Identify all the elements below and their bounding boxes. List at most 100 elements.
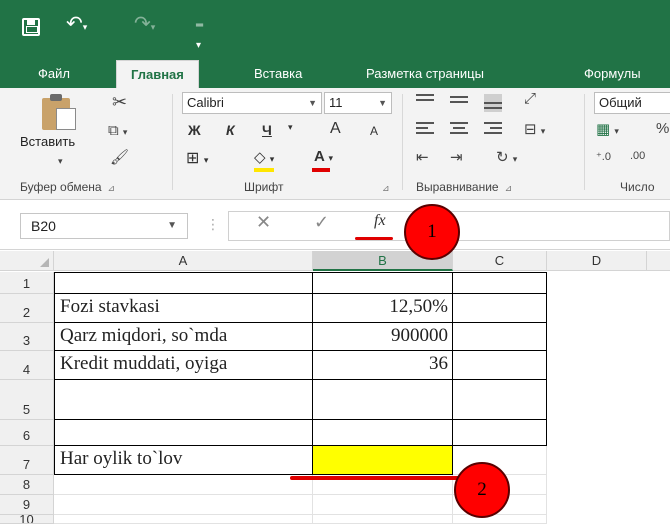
name-box[interactable]: B20 ▼	[20, 213, 188, 239]
cell-a2[interactable]: Fozi stavkasi	[54, 294, 313, 323]
row-header[interactable]: 7	[0, 446, 54, 475]
wrap-text-icon[interactable]: ↻ ▾	[496, 148, 517, 166]
cell-c4[interactable]	[453, 351, 547, 380]
customize-icon[interactable]: ═ ▾	[196, 16, 203, 56]
cell-c10[interactable]	[453, 515, 547, 524]
cell-b1[interactable]	[313, 272, 453, 294]
cell-a5[interactable]	[54, 380, 313, 420]
cell-b7[interactable]	[313, 446, 453, 475]
row-header[interactable]: 4	[0, 351, 54, 380]
paste-button[interactable]: Вставить	[20, 134, 75, 149]
formula-bar: B20 ▼ ⋮ ✕ ✓ fx	[0, 200, 670, 250]
row-header[interactable]: 6	[0, 420, 54, 446]
chevron-down-icon: ▼	[167, 220, 177, 231]
font-size-value: 11	[329, 95, 343, 110]
column-header-d[interactable]: D	[547, 251, 647, 271]
paste-icon[interactable]	[42, 94, 76, 130]
annotation-circle-1: 1	[404, 204, 460, 260]
paste-dropdown-icon[interactable]: ▾	[58, 156, 63, 167]
grow-font-button[interactable]: A	[330, 120, 341, 138]
row-header[interactable]: 3	[0, 323, 54, 351]
clipboard-dialog-icon[interactable]: ⊿	[108, 183, 116, 193]
cell-b2[interactable]: 12,50%	[313, 294, 453, 323]
increase-decimal-icon[interactable]: ⁺.0	[596, 150, 611, 163]
cell-a4[interactable]: Kredit muddati, oyiga	[54, 351, 313, 380]
cut-icon[interactable]: ✂	[112, 92, 127, 113]
cell-a3[interactable]: Qarz miqdori, so`mda	[54, 323, 313, 351]
borders-icon[interactable]: ⊞ ▾	[186, 148, 208, 168]
tab-home[interactable]: Главная	[116, 60, 199, 88]
save-icon[interactable]	[22, 18, 40, 36]
tab-formulas[interactable]: Формулы	[570, 60, 655, 88]
cell-c5[interactable]	[453, 380, 547, 420]
align-right-icon[interactable]	[484, 122, 502, 136]
align-bottom-icon[interactable]	[484, 94, 502, 112]
cell-b6[interactable]	[313, 420, 453, 446]
cell-b9[interactable]	[313, 495, 453, 515]
cell-c3[interactable]	[453, 323, 547, 351]
alignment-group-label: Выравнивание	[416, 180, 499, 194]
annotation-circle-2: 2	[454, 462, 510, 518]
cell-b10[interactable]	[313, 515, 453, 524]
fill-color-icon[interactable]: ◇ ▾	[254, 148, 274, 166]
alignment-dialog-icon[interactable]: ⊿	[505, 183, 513, 193]
clipboard-group-label: Буфер обмена	[20, 180, 102, 194]
bold-button[interactable]: Ж	[188, 122, 201, 138]
cell-c6[interactable]	[453, 420, 547, 446]
annotation-underline	[290, 476, 460, 480]
orientation-icon[interactable]: ⤢	[524, 90, 536, 107]
percent-button[interactable]: %	[656, 120, 669, 137]
row-header[interactable]: 8	[0, 475, 54, 495]
row-header[interactable]: 9	[0, 495, 54, 515]
row-header[interactable]: 10	[0, 515, 54, 524]
cell-a6[interactable]	[54, 420, 313, 446]
number-format-select[interactable]: Общий	[594, 92, 670, 114]
underline-dropdown-icon[interactable]: ▾	[288, 122, 293, 133]
row-header[interactable]: 2	[0, 294, 54, 323]
cell-a8[interactable]	[54, 475, 313, 495]
cell-a1[interactable]	[54, 272, 313, 294]
decrease-decimal-icon[interactable]: .00	[630, 150, 645, 162]
copy-icon[interactable]: ⧉ ▾	[108, 122, 127, 139]
undo-icon[interactable]: ↶▾	[66, 14, 87, 37]
shrink-font-button[interactable]: A	[370, 124, 378, 138]
font-name-select[interactable]: Calibri ▼	[182, 92, 322, 114]
decrease-indent-icon[interactable]: ⇤	[416, 148, 429, 166]
tab-page-layout[interactable]: Разметка страницы	[352, 60, 498, 88]
cell-c2[interactable]	[453, 294, 547, 323]
align-left-icon[interactable]	[416, 122, 434, 136]
row-header[interactable]: 5	[0, 380, 54, 420]
font-dialog-icon[interactable]: ⊿	[382, 180, 390, 194]
align-middle-icon[interactable]	[450, 96, 468, 110]
row-header[interactable]: 1	[0, 272, 54, 294]
tab-file[interactable]: Файл	[24, 60, 84, 88]
tab-insert[interactable]: Вставка	[240, 60, 316, 88]
currency-icon[interactable]: ▦ ▾	[596, 120, 619, 138]
column-header-c[interactable]: C	[453, 251, 547, 271]
cell-c1[interactable]	[453, 272, 547, 294]
cell-a9[interactable]	[54, 495, 313, 515]
formula-bar-grip-icon[interactable]: ⋮	[206, 216, 220, 233]
insert-function-button[interactable]: fx	[374, 212, 386, 230]
font-size-select[interactable]: 11 ▼	[324, 92, 392, 114]
cell-a10[interactable]	[54, 515, 313, 524]
increase-indent-icon[interactable]: ⇥	[450, 148, 463, 166]
merge-center-icon[interactable]: ⊟ ▾	[524, 120, 545, 138]
select-all-button[interactable]	[0, 251, 54, 271]
cancel-icon[interactable]: ✕	[256, 212, 271, 233]
underline-button[interactable]: Ч	[262, 122, 272, 138]
italic-button[interactable]: К	[226, 122, 235, 138]
font-name-value: Calibri	[187, 95, 224, 110]
redo-icon[interactable]: ↷▾	[134, 14, 155, 37]
cell-b4[interactable]: 36	[313, 351, 453, 380]
column-header-e[interactable]	[647, 251, 670, 271]
align-center-icon[interactable]	[450, 122, 468, 136]
cell-b5[interactable]	[313, 380, 453, 420]
align-top-icon[interactable]	[416, 94, 434, 108]
font-color-icon[interactable]: A ▾	[314, 148, 333, 165]
column-header-a[interactable]: A	[54, 251, 313, 271]
cell-a7[interactable]: Har oylik to`lov	[54, 446, 313, 475]
format-painter-icon[interactable]: 🖌	[110, 148, 129, 166]
cell-b3[interactable]: 900000	[313, 323, 453, 351]
enter-icon[interactable]: ✓	[314, 212, 329, 233]
